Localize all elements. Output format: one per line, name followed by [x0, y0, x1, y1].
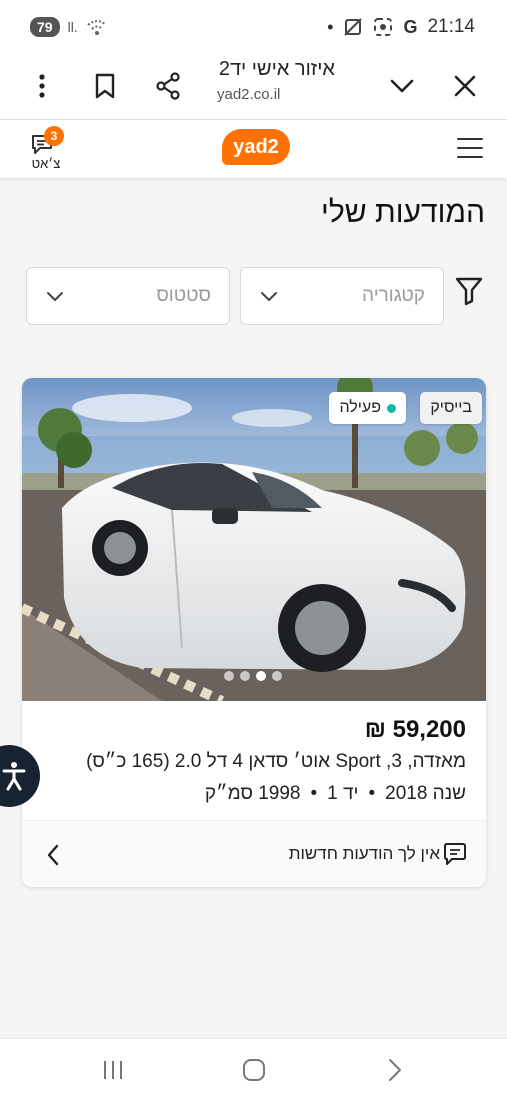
separator: • [310, 783, 318, 804]
back-icon[interactable] [380, 1055, 410, 1085]
ad-hand: יד 1 [327, 783, 359, 804]
ad-title[interactable]: מאזדה, 3, Sport אוט׳ סדאן 4 דל 2.0 (165 … [86, 751, 466, 773]
filter-icon[interactable] [455, 276, 483, 306]
chat-badge: 3 [44, 126, 64, 146]
battery-indicator: 79 [30, 17, 60, 37]
car-photo[interactable] [22, 378, 486, 701]
status-badge-label: פעילה [339, 399, 381, 416]
category-dropdown-label: קטגוריה [362, 285, 425, 306]
ad-engine: 1998 סמ״ק [204, 783, 301, 804]
page-title: המודעות שלי [321, 196, 485, 229]
status-bar-right: • G 21:14 [327, 16, 475, 38]
site-header: 3 צ׳אט yad2 [0, 120, 507, 178]
clock: 21:14 [427, 16, 475, 37]
image-pagination[interactable] [224, 671, 282, 681]
chevron-down-icon[interactable] [382, 66, 422, 106]
pagination-dot[interactable] [224, 671, 234, 681]
package-badge: בייסיק [420, 392, 482, 424]
separator: • [368, 783, 376, 804]
chevron-down-icon [261, 292, 277, 301]
wifi-icon [87, 20, 107, 35]
share-icon[interactable] [148, 66, 188, 106]
system-nav-bar [0, 1038, 507, 1100]
browser-page-title: איזור אישי יד2 [218, 58, 335, 80]
pagination-dot[interactable] [272, 671, 282, 681]
home-icon[interactable] [239, 1055, 269, 1085]
ad-price: 59,200 ₪ [364, 716, 466, 743]
chat-button[interactable]: 3 צ׳אט [26, 126, 64, 174]
category-dropdown[interactable]: קטגוריה [240, 267, 444, 325]
close-icon[interactable] [445, 66, 485, 106]
mute-icon [344, 18, 363, 36]
dot-icon: • [327, 16, 334, 37]
browser-url[interactable]: yad2.co.il [217, 86, 280, 103]
status-dropdown[interactable]: סטטוס [26, 267, 230, 325]
status-dropdown-label: סטטוס [156, 285, 211, 306]
message-icon [444, 843, 466, 865]
status-bar-left: 79 ll. [30, 17, 108, 37]
recent-apps-icon[interactable] [98, 1055, 128, 1085]
browser-bar: איזור אישי יד2 yad2.co.il [0, 54, 507, 120]
signal-icon: ll. [67, 19, 78, 35]
bookmark-icon[interactable] [85, 66, 125, 106]
messages-row[interactable]: אין לך הודעות חדשות [22, 820, 486, 887]
menu-icon[interactable] [457, 135, 483, 161]
ad-meta: שנה 2018 • יד 1 • 1998 סמ״ק [205, 783, 466, 805]
chevron-down-icon [47, 292, 63, 301]
chat-label: צ׳אט [31, 156, 61, 171]
ad-year: שנה 2018 [385, 783, 466, 804]
status-bar: 79 ll. • G 21:14 [0, 0, 507, 54]
google-icon: G [403, 16, 418, 37]
more-options-icon[interactable] [22, 66, 62, 106]
screenshot-icon [374, 18, 393, 36]
ad-card[interactable]: בייסיק פעילה 59,200 ₪ מאזדה, 3, Sport או… [22, 378, 486, 887]
status-badge: פעילה [329, 392, 406, 424]
yad2-logo[interactable]: yad2 [222, 129, 290, 165]
pagination-dot[interactable] [240, 671, 250, 681]
chevron-left-icon[interactable] [44, 843, 62, 867]
pagination-dot-active[interactable] [256, 671, 266, 681]
accessibility-icon [2, 762, 26, 791]
status-dot [387, 403, 396, 413]
messages-label: אין לך הודעות חדשות [288, 844, 440, 863]
